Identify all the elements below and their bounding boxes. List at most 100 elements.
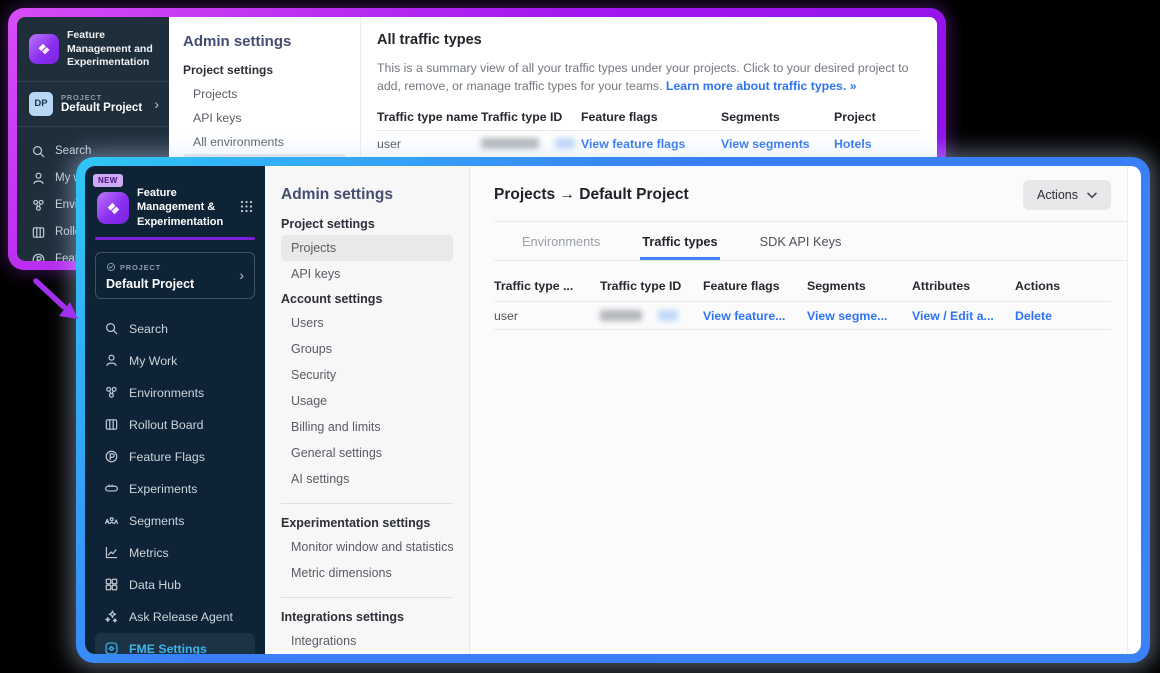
sidebar-item-rollout-board[interactable]: Rollout Board: [95, 409, 255, 441]
front-nav: Search My Work Environments Rollout Boar…: [95, 313, 255, 654]
sidebar-item-experiments[interactable]: Experiments: [95, 473, 255, 505]
front-project-selector[interactable]: PROJECT Default Project ›: [95, 252, 255, 299]
table-row: user View feature flags View segments Ho…: [377, 131, 919, 158]
feature-flags-icon: [31, 252, 46, 261]
traffic-types-table: Traffic type ... Traffic type ID Feature…: [494, 271, 1127, 330]
back-project-selector[interactable]: DP PROJECT Default Project ›: [17, 82, 169, 127]
metrics-icon: [104, 545, 119, 560]
settings-item-projects[interactable]: Projects: [183, 82, 346, 106]
apps-grid-icon[interactable]: [240, 200, 253, 218]
front-window: NEW Feature Management & Experimentation: [76, 157, 1150, 663]
tab-bar: Environments Traffic types SDK API Keys: [494, 222, 1127, 261]
data-hub-icon: [104, 577, 119, 592]
settings-item-usage[interactable]: Usage: [281, 388, 453, 414]
front-settings-title: Admin settings: [281, 186, 453, 204]
sidebar-item-segments[interactable]: Segments: [95, 505, 255, 537]
sidebar-item-data-hub[interactable]: Data Hub: [95, 569, 255, 601]
project-circle-icon: [106, 259, 116, 277]
learn-more-link[interactable]: Learn more about traffic types. »: [666, 79, 857, 93]
view-feature-flags-link[interactable]: View feature...: [703, 309, 807, 323]
back-page-title: All traffic types: [377, 32, 919, 48]
settings-item-groups[interactable]: Groups: [281, 336, 453, 362]
search-icon: [31, 144, 46, 159]
ask-release-agent-icon: [104, 609, 119, 624]
back-settings-title: Admin settings: [183, 33, 346, 50]
settings-item-projects[interactable]: Projects: [281, 235, 453, 261]
section-account-settings: Account settings: [281, 292, 453, 306]
view-segments-link[interactable]: View segments: [721, 137, 834, 151]
settings-item-metric-dimensions[interactable]: Metric dimensions: [281, 560, 453, 586]
fme-settings-icon: [104, 641, 119, 654]
back-brand: Feature Management and Experimentation: [17, 17, 169, 82]
sidebar-item-fme-settings[interactable]: FME Settings: [95, 633, 255, 654]
settings-item-api-keys[interactable]: API keys: [281, 261, 453, 287]
project-name: Default Project: [61, 102, 142, 114]
actions-button[interactable]: Actions: [1023, 180, 1111, 210]
front-settings-nav: Admin settings Project settings Projects…: [265, 166, 470, 654]
back-section-project-settings: Project settings: [183, 63, 346, 77]
split-logo: [29, 34, 59, 64]
chevron-down-icon: [1087, 188, 1097, 202]
sidebar-item-ask-release-agent[interactable]: Ask Release Agent: [95, 601, 255, 633]
brand-accent-divider: [95, 237, 255, 240]
sidebar-item-search[interactable]: Search: [95, 313, 255, 345]
divider: [281, 503, 453, 504]
project-link[interactable]: Hotels: [834, 137, 919, 151]
settings-item-api-keys[interactable]: API keys: [183, 106, 346, 130]
experiments-icon: [104, 481, 119, 496]
settings-item-security[interactable]: Security: [281, 362, 453, 388]
front-sidebar: NEW Feature Management & Experimentation: [85, 166, 265, 654]
my-work-icon: [104, 353, 119, 368]
section-experimentation-settings: Experimentation settings: [281, 516, 453, 530]
chevron-right-icon: ›: [239, 268, 244, 282]
segments-icon: [104, 513, 119, 528]
delete-link[interactable]: Delete: [1015, 309, 1111, 323]
view-segments-link[interactable]: View segme...: [807, 309, 912, 323]
split-logo: [97, 192, 129, 224]
settings-item-integrations[interactable]: Integrations: [281, 628, 453, 654]
table-row: user View feature... View segme... View …: [494, 302, 1111, 330]
settings-item-monitor-window[interactable]: Monitor window and statistics: [281, 534, 453, 560]
settings-item-ai-settings[interactable]: AI settings: [281, 466, 453, 492]
new-badge: NEW: [93, 174, 123, 187]
environments-icon: [104, 385, 119, 400]
sidebar-item-feature-flags[interactable]: Feature Flags: [95, 441, 255, 473]
rollout-board-icon: [31, 225, 46, 240]
search-icon: [104, 321, 119, 336]
sidebar-item-environments[interactable]: Environments: [95, 377, 255, 409]
my-work-icon: [31, 171, 46, 186]
breadcrumb: Projects → Default Project: [494, 186, 689, 204]
environments-icon: [31, 198, 46, 213]
settings-item-general-settings[interactable]: General settings: [281, 440, 453, 466]
back-table-header: Traffic type name Traffic type ID Featur…: [377, 104, 919, 131]
sidebar-item-my-work[interactable]: My Work: [95, 345, 255, 377]
sidebar-item-metrics[interactable]: Metrics: [95, 537, 255, 569]
settings-item-all-environments[interactable]: All environments: [183, 130, 346, 154]
project-label: PROJECT: [61, 93, 142, 102]
redacted-traffic-type-id: [600, 310, 703, 321]
desktop-background: Feature Management and Experimentation D…: [0, 0, 1160, 673]
settings-item-users[interactable]: Users: [281, 310, 453, 336]
chevron-right-icon: ›: [154, 97, 159, 111]
annotation-arrow: [26, 274, 90, 330]
back-description: This is a summary view of all your traff…: [377, 59, 919, 96]
redacted-traffic-type-id: [481, 138, 581, 149]
back-brand-title: Feature Management and Experimentation: [67, 29, 161, 70]
project-label: PROJECT: [120, 263, 161, 272]
view-feature-flags-link[interactable]: View feature flags: [581, 137, 721, 151]
project-name: Default Project: [106, 277, 194, 291]
project-badge: DP: [29, 92, 53, 116]
tab-environments[interactable]: Environments: [520, 222, 602, 260]
rollout-board-icon: [104, 417, 119, 432]
tab-traffic-types[interactable]: Traffic types: [640, 222, 719, 260]
section-integrations-settings: Integrations settings: [281, 610, 453, 624]
feature-flags-icon: [104, 449, 119, 464]
front-brand-title: Feature Management & Experimentation: [137, 186, 231, 229]
front-main-content: Projects → Default Project Actions Envir…: [470, 166, 1128, 654]
view-edit-attributes-link[interactable]: View / Edit a...: [912, 309, 1015, 323]
front-table-header: Traffic type ... Traffic type ID Feature…: [494, 271, 1111, 302]
settings-item-billing-and-limits[interactable]: Billing and limits: [281, 414, 453, 440]
section-project-settings: Project settings: [281, 217, 453, 231]
tab-sdk-api-keys[interactable]: SDK API Keys: [758, 222, 844, 260]
divider: [281, 597, 453, 598]
